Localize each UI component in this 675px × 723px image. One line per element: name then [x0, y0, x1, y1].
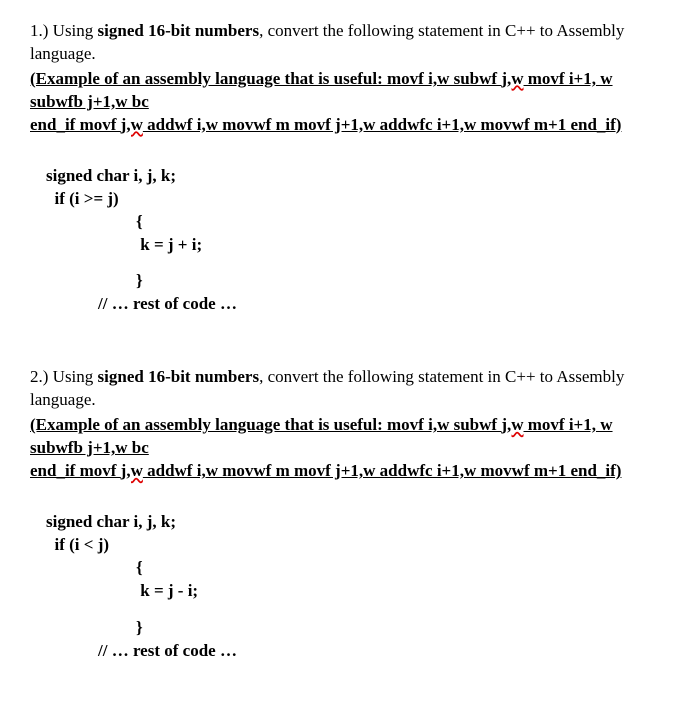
- q1-num: 1.) Using: [30, 21, 98, 40]
- q1-code-l2: if (i >= j): [46, 188, 645, 211]
- q2-bold: signed 16-bit numbers: [98, 367, 260, 386]
- question-2: 2.) Using signed 16-bit numbers, convert…: [30, 366, 645, 662]
- q2-example: (Example of an assembly language that is…: [30, 414, 645, 483]
- q1-example: (Example of an assembly language that is…: [30, 68, 645, 137]
- q2-ex2a: end_if movf: [30, 461, 121, 480]
- q1-bold: signed 16-bit numbers: [98, 21, 260, 40]
- q2-intro: 2.) Using signed 16-bit numbers, convert…: [30, 366, 645, 412]
- q2-code-l5: }: [136, 617, 645, 640]
- q2-typo2: j,w: [121, 461, 143, 480]
- q2-code-l1: signed char i, j, k;: [46, 511, 645, 534]
- q1-code-l1: signed char i, j, k;: [46, 165, 645, 188]
- q1-ex2a: end_if movf: [30, 115, 121, 134]
- q2-code-l4: k = j - i;: [136, 580, 645, 603]
- q1-typo1: j,w: [501, 69, 523, 88]
- q2-code-l3: {: [136, 557, 645, 580]
- q1-code-l4: k = j + i;: [136, 234, 645, 257]
- q1-code-l3: {: [136, 211, 645, 234]
- q2-typo1: j,w: [501, 415, 523, 434]
- q2-code-block: signed char i, j, k; if (i < j) { k = j …: [46, 511, 645, 663]
- q1-intro: 1.) Using signed 16-bit numbers, convert…: [30, 20, 645, 66]
- q2-code-blank: [46, 603, 645, 617]
- q1-ex2b: addwf i,w movwf m movf j+1,w addwfc i+1,…: [143, 115, 622, 134]
- q2-code-l6: // … rest of code …: [98, 640, 645, 663]
- q1-code-block: signed char i, j, k; if (i >= j) { k = j…: [46, 165, 645, 317]
- q1-code-l6: // … rest of code …: [98, 293, 645, 316]
- q1-code-l5: }: [136, 270, 645, 293]
- q1-ex-open: (Example of an assembly language that is…: [30, 69, 501, 88]
- q2-ex-open: (Example of an assembly language that is…: [30, 415, 501, 434]
- q2-code-l2: if (i < j): [46, 534, 645, 557]
- q1-code-blank: [46, 256, 645, 270]
- q1-typo2: j,w: [121, 115, 143, 134]
- question-1: 1.) Using signed 16-bit numbers, convert…: [30, 20, 645, 316]
- q2-ex2b: addwf i,w movwf m movf j+1,w addwfc i+1,…: [143, 461, 622, 480]
- q2-num: 2.) Using: [30, 367, 98, 386]
